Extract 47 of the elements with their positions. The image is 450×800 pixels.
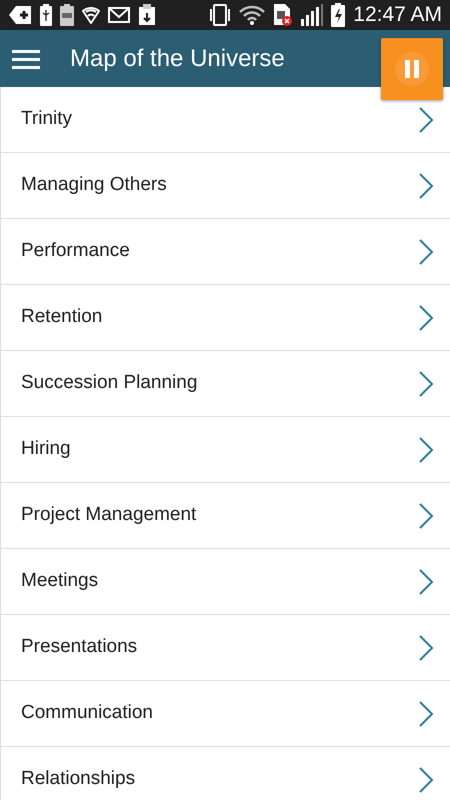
chevron-right-icon: [418, 700, 434, 728]
chevron-right-icon: [418, 172, 434, 200]
list-item[interactable]: Communication: [0, 681, 450, 747]
chevron-right-icon: [418, 370, 434, 398]
item-label: Trinity: [21, 107, 72, 132]
chevron-right-icon: [418, 502, 434, 530]
pause-icon: [394, 51, 430, 87]
list-item[interactable]: Retention: [0, 285, 450, 351]
wifi-icon: [239, 5, 266, 25]
item-label: Succession Planning: [21, 371, 198, 396]
chevron-right-icon: [418, 304, 434, 332]
chevron-right-icon: [418, 634, 434, 662]
download-clipboard-icon: [138, 4, 156, 26]
item-label: Performance: [21, 239, 130, 264]
status-time: 12:47 AM: [353, 2, 442, 28]
item-label: Relationships: [21, 767, 136, 792]
item-label: Managing Others: [21, 173, 167, 198]
mail-icon: [108, 7, 130, 23]
charging-battery-icon: [331, 3, 346, 27]
chevron-right-icon: [418, 766, 434, 794]
item-label: Meetings: [21, 569, 98, 594]
plus-tag-icon: [8, 5, 32, 25]
list-item[interactable]: Meetings: [0, 549, 450, 615]
sim-error-icon: [273, 3, 294, 27]
list-item[interactable]: Performance: [0, 219, 450, 285]
chevron-right-icon: [418, 106, 434, 134]
item-label: Communication: [21, 701, 153, 726]
usb-battery-icon: [40, 4, 52, 26]
list-item[interactable]: Managing Others: [0, 153, 450, 219]
vibrate-phone-icon: [209, 4, 232, 26]
list-item[interactable]: Succession Planning: [0, 351, 450, 417]
item-label: Hiring: [21, 437, 71, 462]
battery-full-icon: [60, 4, 74, 26]
app-title: Map of the Universe: [70, 44, 285, 74]
menu-icon[interactable]: [12, 48, 40, 68]
list-item[interactable]: Hiring: [0, 417, 450, 483]
item-label: Presentations: [21, 635, 138, 660]
chevron-right-icon: [418, 238, 434, 266]
chevron-right-icon: [418, 568, 434, 596]
signal-icon: [301, 4, 324, 26]
list-item[interactable]: Presentations: [0, 615, 450, 681]
item-label: Retention: [21, 305, 102, 330]
list-item[interactable]: Project Management: [0, 483, 450, 549]
list-item[interactable]: Trinity: [0, 87, 450, 153]
chevron-right-icon: [418, 436, 434, 464]
item-label: Project Management: [21, 503, 196, 528]
shield-wifi-icon: [82, 6, 100, 24]
